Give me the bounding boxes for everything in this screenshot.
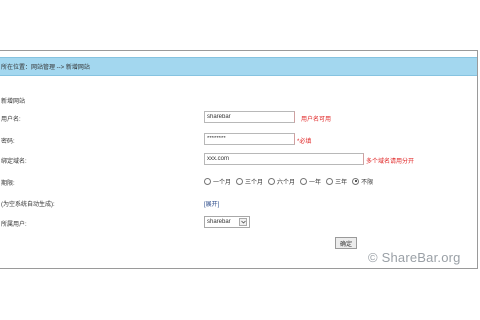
owner-select-value: sharebar (207, 219, 231, 225)
username-row: 用户名: 用户名可用 (0, 111, 477, 125)
password-hint: *必填 (297, 139, 312, 145)
username-hint: 用户名可用 (301, 117, 332, 123)
period-option-label: 三年 (335, 179, 348, 186)
username-input[interactable] (204, 111, 295, 123)
default-site-label: (为空系统自动生成): (1, 202, 55, 208)
period-option-label: 一年 (309, 179, 322, 186)
period-radio-group: 一个月 三个月 六个月 一年 三年 不限 (204, 175, 378, 187)
domain-input[interactable] (204, 153, 364, 165)
period-option-label: 不限 (361, 179, 374, 186)
chevron-down-icon (239, 218, 247, 226)
owner-select[interactable]: sharebar (204, 216, 250, 228)
period-option-label: 一个月 (213, 179, 232, 186)
domain-hint: 多个域名请用分开 (366, 159, 415, 165)
submit-button[interactable]: 确定 (335, 237, 357, 249)
period-option[interactable]: 三年 (326, 177, 347, 186)
password-label: 密码: (1, 139, 15, 145)
radio-icon[interactable] (204, 177, 211, 185)
domain-row: 绑定域名: 多个域名请用分开 (0, 153, 477, 167)
period-option[interactable]: 一年 (300, 177, 321, 186)
period-option-label: 六个月 (277, 179, 296, 186)
period-label: 期限: (1, 181, 15, 187)
form-panel: 所在位置：网站管理 --> 新增网站 新增网站 用户名: 用户名可用 密码: *… (0, 50, 478, 269)
expand-link[interactable]: [展开] (204, 199, 219, 208)
period-option[interactable]: 三个月 (236, 177, 263, 186)
radio-icon[interactable] (236, 177, 244, 185)
password-row: 密码: *必填 (0, 133, 477, 147)
radio-icon[interactable] (326, 177, 334, 185)
breadcrumb-bar: 所在位置：网站管理 --> 新增网站 (0, 57, 477, 76)
breadcrumb: 所在位置：网站管理 --> 新增网站 (1, 65, 90, 71)
period-option-label: 三个月 (245, 179, 264, 186)
radio-icon[interactable] (268, 177, 276, 185)
section-title: 新增网站 (1, 99, 26, 105)
period-option[interactable]: 不限 (352, 177, 373, 186)
owner-row: 所属用户: sharebar (0, 216, 477, 230)
domain-label: 绑定域名: (1, 159, 27, 165)
period-option[interactable]: 六个月 (268, 177, 295, 186)
default-site-row: (为空系统自动生成): [展开] (0, 196, 477, 210)
password-input[interactable] (204, 133, 295, 145)
period-option[interactable]: 一个月 (204, 177, 231, 186)
radio-icon[interactable] (352, 177, 360, 185)
period-row: 期限: 一个月 三个月 六个月 一年 三年 不限 (0, 175, 477, 189)
radio-icon[interactable] (300, 177, 308, 185)
watermark: © ShareBar.org (368, 250, 461, 265)
owner-label: 所属用户: (1, 222, 27, 228)
username-label: 用户名: (1, 117, 21, 123)
